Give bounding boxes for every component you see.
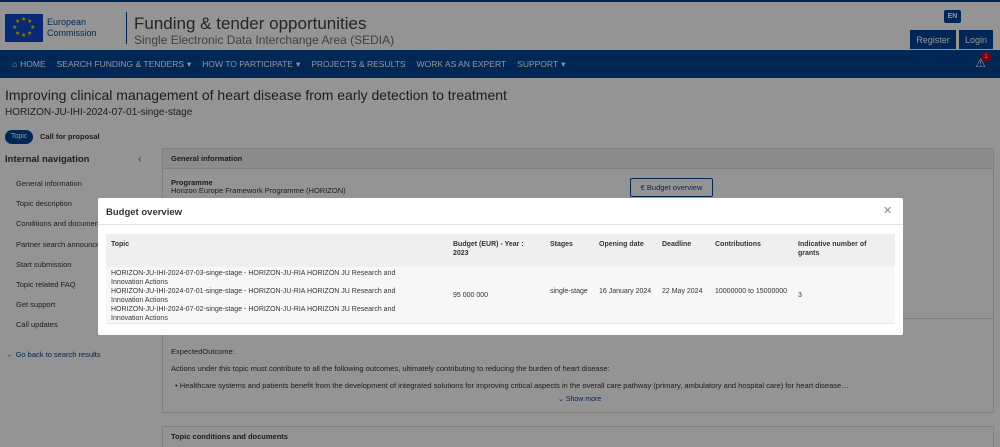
topic-entry-1: HORIZON-JU-IHI-2024-07-03-singe-stage - … (111, 270, 396, 286)
topic-entry-2: HORIZON-JU-IHI-2024-07-01-singe-stage - … (111, 288, 396, 304)
close-icon[interactable]: ✕ (883, 204, 892, 217)
cell-contributions: 10000000 to 15000000 (715, 288, 788, 295)
cell-opening-date: 16 January 2024 (599, 288, 652, 295)
column-header-grants: Indicative number of grants (798, 241, 867, 257)
cell-grants: 3 (798, 292, 802, 299)
column-header-budget: Budget (EUR) - Year : 2023 (453, 241, 524, 257)
column-header-stages: Stages (550, 241, 573, 248)
modal-divider (98, 224, 903, 225)
table-row: HORIZON-JU-IHI-2024-07-03-singe-stage - … (106, 267, 895, 324)
cell-topics: HORIZON-JU-IHI-2024-07-03-singe-stage - … (111, 269, 406, 323)
cell-budget: 95 000 000 (453, 292, 489, 299)
cell-deadline: 22 May 2024 (662, 288, 703, 295)
cell-stages: single-stage (550, 288, 588, 295)
column-header-opening-date: Opening date (599, 241, 644, 248)
column-header-topic: Topic (111, 241, 130, 248)
table-header-row: Topic Budget (EUR) - Year : 2023 Stages … (106, 234, 895, 267)
column-header-deadline: Deadline (662, 241, 692, 248)
column-header-contributions: Contributions (715, 241, 761, 248)
modal-title: Budget overview (106, 207, 183, 218)
budget-overview-modal: Budget overview ✕ Topic Budget (EUR) - Y… (98, 198, 903, 335)
topic-entry-3: HORIZON-JU-IHI-2024-07-02-singe-stage - … (111, 306, 396, 322)
